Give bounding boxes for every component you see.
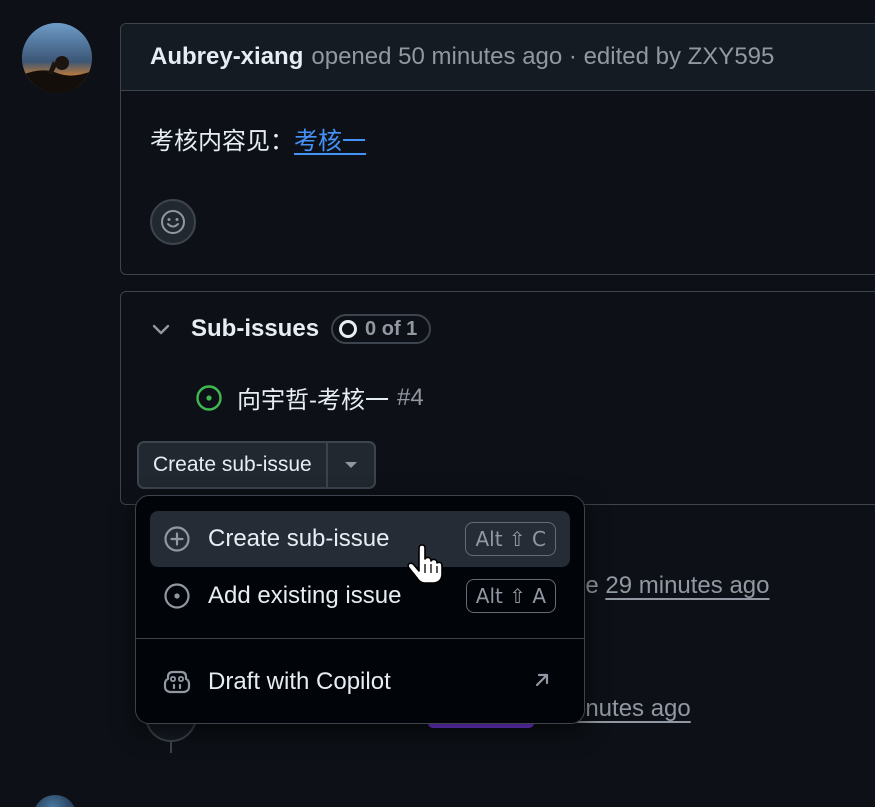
menu-divider: [136, 638, 584, 639]
sub-issue-title[interactable]: 向宇哲-考核一: [237, 380, 389, 415]
sub-issues-panel: Sub-issues 0 of 1 向宇哲-考核一 #4 Create sub-…: [120, 291, 875, 505]
menu-item-add-existing-issue[interactable]: Add existing issue Alt ⇧ A: [150, 568, 570, 624]
progress-ring-icon: [339, 320, 358, 338]
timeline-event-1-time[interactable]: 29 minutes ago: [605, 572, 769, 599]
keyboard-shortcut: Alt ⇧ A: [465, 579, 556, 613]
issue-open-icon: [196, 384, 222, 411]
sub-issues-progress-text: 0 of 1: [365, 317, 418, 340]
hand-pointer-cursor-icon: [407, 544, 443, 584]
timeline-event-1: sue 29 minutes ago: [560, 572, 769, 600]
issue-comment: Aubrey-xiang opened 50 minutes ago · edi…: [120, 23, 875, 275]
chevron-down-icon[interactable]: [149, 317, 173, 341]
author-avatar[interactable]: [22, 23, 92, 93]
comment-body-text: 考核内容见：: [150, 128, 294, 155]
issue-open-icon: [162, 581, 192, 611]
comment-author-link[interactable]: Aubrey-xiang: [150, 43, 303, 71]
triangle-down-icon: [344, 462, 357, 468]
add-reaction-button[interactable]: [150, 199, 196, 245]
sub-issues-title: Sub-issues: [191, 315, 320, 342]
sub-issues-header: Sub-issues 0 of 1: [149, 314, 432, 344]
sub-issues-progress-badge: 0 of 1: [331, 314, 432, 344]
create-sub-issue-dropdown-menu: Create sub-issue Alt ⇧ C Add existing is…: [135, 495, 585, 724]
menu-item-create-sub-issue[interactable]: Create sub-issue Alt ⇧ C: [150, 511, 570, 567]
sub-issue-item[interactable]: 向宇哲-考核一 #4: [195, 380, 424, 415]
comment-meta: opened 50 minutes ago · edited by ZXY595: [311, 43, 775, 70]
menu-item-draft-with-copilot[interactable]: Draft with Copilot: [150, 654, 570, 710]
copilot-icon: [162, 667, 192, 697]
keyboard-shortcut: Alt ⇧ C: [465, 522, 556, 556]
sub-issue-number: #4: [397, 383, 424, 411]
smiley-icon: [161, 210, 185, 234]
issue-page: Aubrey-xiang opened 50 minutes ago · edi…: [0, 0, 875, 807]
next-comment-avatar[interactable]: [33, 795, 77, 807]
plus-circle-icon: [162, 524, 192, 554]
create-sub-issue-split-button: Create sub-issue: [137, 441, 376, 489]
comment-body-link[interactable]: 考核一: [294, 128, 366, 155]
comment-header: Aubrey-xiang opened 50 minutes ago · edi…: [121, 24, 875, 91]
comment-body: 考核内容见：考核一: [121, 91, 875, 156]
menu-item-label: Draft with Copilot: [208, 668, 391, 695]
menu-item-label: Add existing issue: [208, 582, 402, 609]
create-sub-issue-button[interactable]: Create sub-issue: [139, 443, 328, 487]
create-sub-issue-menu-toggle[interactable]: [328, 443, 374, 487]
arrow-up-right-icon: [532, 670, 552, 695]
avatar-image: [22, 23, 92, 93]
